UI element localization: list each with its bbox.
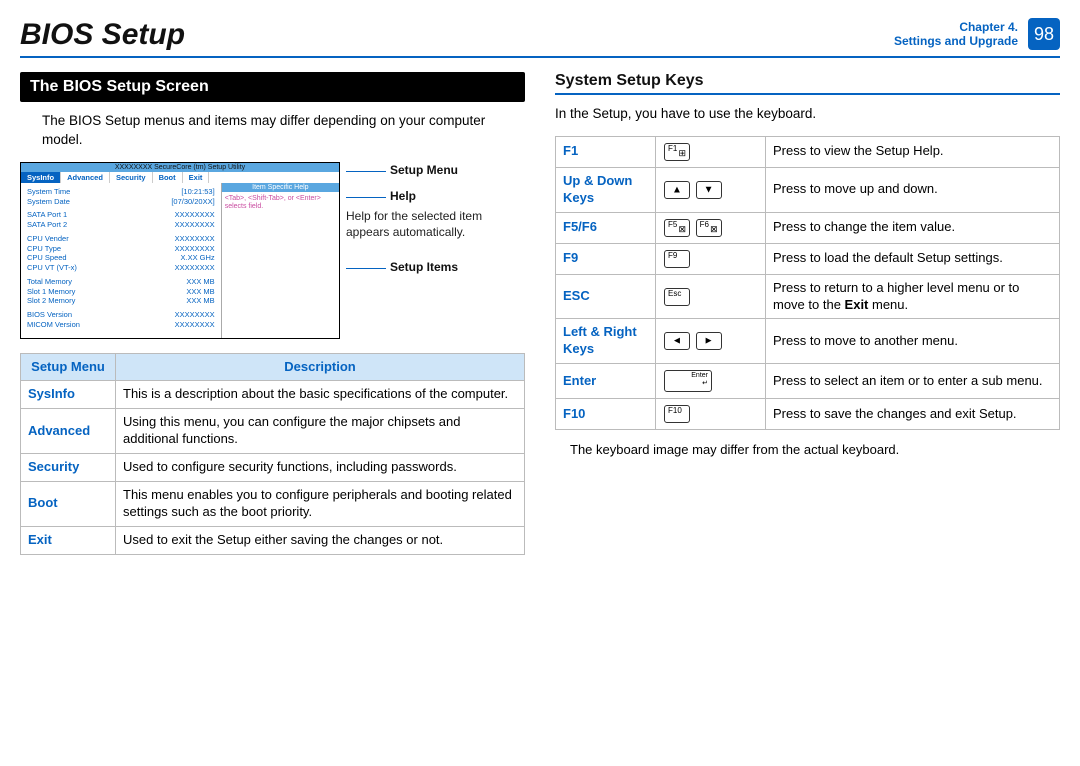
key-label-f10: F10 bbox=[556, 399, 656, 430]
keycap-down: ▼ bbox=[696, 181, 722, 199]
key-label-f5f6: F5/F6 bbox=[556, 212, 656, 243]
bios-tab-boot: Boot bbox=[153, 172, 183, 183]
key-desc: Press to select an item or to enter a su… bbox=[766, 364, 1060, 399]
table-header-row: Setup Menu Description bbox=[21, 353, 525, 381]
table-row: F9 F9 Press to load the default Setup se… bbox=[556, 243, 1060, 274]
table-row: F5/F6 F5⊠ F6⊠ Press to change the item v… bbox=[556, 212, 1060, 243]
key-icon-cell: F1⊞ bbox=[656, 136, 766, 167]
keycap-f9: F9 bbox=[664, 250, 690, 268]
content-columns: The BIOS Setup Screen The BIOS Setup men… bbox=[20, 72, 1060, 555]
left-column: The BIOS Setup Screen The BIOS Setup men… bbox=[20, 72, 525, 555]
table-row: ExitUsed to exit the Setup either saving… bbox=[21, 526, 525, 554]
keycap-f6: F6⊠ bbox=[696, 219, 722, 237]
th-description: Description bbox=[116, 353, 525, 381]
section-bar-bios-setup: The BIOS Setup Screen bbox=[20, 72, 525, 102]
key-icon-cell: Esc bbox=[656, 274, 766, 319]
key-icon-cell: F5⊠ F6⊠ bbox=[656, 212, 766, 243]
page-header: BIOS Setup Chapter 4. Settings and Upgra… bbox=[20, 18, 1060, 58]
key-label-enter: Enter bbox=[556, 364, 656, 399]
callout-help: Help bbox=[390, 189, 416, 203]
key-icon-cell: F9 bbox=[656, 243, 766, 274]
table-row: Enter Enter↵ Press to select an item or … bbox=[556, 364, 1060, 399]
table-row: SecurityUsed to configure security funct… bbox=[21, 454, 525, 482]
table-row: Up & Down Keys ▲ ▼ Press to move up and … bbox=[556, 167, 1060, 212]
keycap-f1: F1⊞ bbox=[664, 143, 690, 161]
callout-setup-items: Setup Items bbox=[390, 260, 458, 274]
th-setup-menu: Setup Menu bbox=[21, 353, 116, 381]
key-icon-cell: F10 bbox=[656, 399, 766, 430]
key-desc: Press to return to a higher level menu o… bbox=[766, 274, 1060, 319]
bios-screenshot: XXXXXXXX SecureCore (tm) Setup Utility S… bbox=[20, 162, 340, 339]
keycap-up: ▲ bbox=[664, 181, 690, 199]
bios-body: System Time[10:21:53] System Date[07/30/… bbox=[21, 183, 339, 338]
key-label-f1: F1 bbox=[556, 136, 656, 167]
table-row: ESC Esc Press to return to a higher leve… bbox=[556, 274, 1060, 319]
key-desc: Press to view the Setup Help. bbox=[766, 136, 1060, 167]
key-icon-cell: ◄ ► bbox=[656, 319, 766, 364]
bios-tab-advanced: Advanced bbox=[61, 172, 110, 183]
bios-help-title: Item Specific Help bbox=[222, 183, 339, 192]
key-label-f9: F9 bbox=[556, 243, 656, 274]
table-row: F10 F10 Press to save the changes and ex… bbox=[556, 399, 1060, 430]
keycap-left: ◄ bbox=[664, 332, 690, 350]
table-row: BootThis menu enables you to configure p… bbox=[21, 481, 525, 526]
page-title: BIOS Setup bbox=[20, 18, 185, 52]
chapter-text: Chapter 4. Settings and Upgrade bbox=[894, 20, 1018, 49]
key-label-esc: ESC bbox=[556, 274, 656, 319]
bios-tab-exit: Exit bbox=[183, 172, 210, 183]
setup-menu-table: Setup Menu Description SysInfoThis is a … bbox=[20, 353, 525, 555]
keys-intro: In the Setup, you have to use the keyboa… bbox=[555, 105, 1060, 124]
bios-menu-tabs: SysInfo Advanced Security Boot Exit bbox=[21, 172, 339, 183]
keycap-f10: F10 bbox=[664, 405, 690, 423]
bios-help-body: <Tab>, <Shift-Tab>, or <Enter> selects f… bbox=[222, 192, 339, 215]
key-icon-cell: Enter↵ bbox=[656, 364, 766, 399]
bios-items-panel: System Time[10:21:53] System Date[07/30/… bbox=[21, 183, 221, 338]
table-row: F1 F1⊞ Press to view the Setup Help. bbox=[556, 136, 1060, 167]
table-row: AdvancedUsing this menu, you can configu… bbox=[21, 409, 525, 454]
key-icon-cell: ▲ ▼ bbox=[656, 167, 766, 212]
key-label-leftright: Left & Right Keys bbox=[556, 319, 656, 364]
bios-help-panel: Item Specific Help <Tab>, <Shift-Tab>, o… bbox=[221, 183, 339, 338]
section-title-keys: System Setup Keys bbox=[555, 72, 1060, 95]
callout-help-desc: Help for the selected item appears autom… bbox=[346, 208, 525, 240]
keycap-enter: Enter↵ bbox=[664, 370, 712, 392]
keycap-f5: F5⊠ bbox=[664, 219, 690, 237]
key-desc: Press to change the item value. bbox=[766, 212, 1060, 243]
keys-note: The keyboard image may differ from the a… bbox=[555, 442, 1060, 457]
key-desc: Press to move to another menu. bbox=[766, 319, 1060, 364]
page-number: 98 bbox=[1028, 18, 1060, 50]
bios-tab-sysinfo: SysInfo bbox=[21, 172, 61, 183]
keycap-esc: Esc bbox=[664, 288, 690, 306]
keys-table: F1 F1⊞ Press to view the Setup Help. Up … bbox=[555, 136, 1060, 430]
intro-text: The BIOS Setup menus and items may diffe… bbox=[20, 112, 525, 150]
right-column: System Setup Keys In the Setup, you have… bbox=[555, 72, 1060, 555]
callout-setup-menu: Setup Menu bbox=[390, 163, 458, 177]
bios-utility-title: XXXXXXXX SecureCore (tm) Setup Utility bbox=[21, 163, 339, 172]
key-desc: Press to move up and down. bbox=[766, 167, 1060, 212]
callouts: Setup Menu Help Help for the selected it… bbox=[346, 162, 525, 339]
chapter-block: Chapter 4. Settings and Upgrade 98 bbox=[894, 18, 1060, 50]
bios-tab-security: Security bbox=[110, 172, 153, 183]
key-desc: Press to save the changes and exit Setup… bbox=[766, 399, 1060, 430]
key-desc: Press to load the default Setup settings… bbox=[766, 243, 1060, 274]
keycap-right: ► bbox=[696, 332, 722, 350]
key-label-updown: Up & Down Keys bbox=[556, 167, 656, 212]
bios-visual-row: XXXXXXXX SecureCore (tm) Setup Utility S… bbox=[20, 162, 525, 339]
table-row: Left & Right Keys ◄ ► Press to move to a… bbox=[556, 319, 1060, 364]
table-row: SysInfoThis is a description about the b… bbox=[21, 381, 525, 409]
